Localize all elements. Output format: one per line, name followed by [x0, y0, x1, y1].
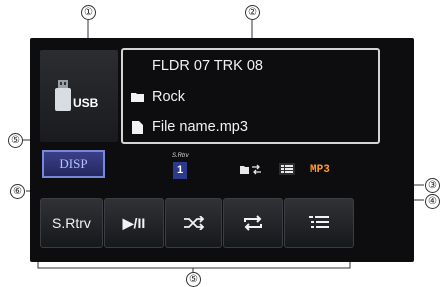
repeat-button[interactable]: [223, 198, 283, 248]
usb-source-tile[interactable]: USB: [40, 50, 118, 142]
play-pause-button[interactable]: ▶/II: [104, 198, 164, 248]
s-rtrv-button-label: S.Rtrv: [52, 215, 91, 231]
play-pause-button-label: ▶/II: [122, 214, 146, 231]
genre-text: Rock: [152, 89, 186, 105]
callout-5-bottom: ⑤: [186, 272, 201, 287]
callout-3: ③: [425, 178, 440, 193]
repeat-icon: [244, 215, 262, 231]
callout-1: ①: [81, 5, 96, 20]
disp-button[interactable]: DISP: [42, 150, 105, 178]
file-icon: [132, 121, 143, 134]
format-badge: MP3: [310, 164, 330, 176]
s-rtrv-caption: S.Rtrv: [172, 153, 189, 159]
usb-label: USB: [73, 96, 99, 110]
callout-6: ⑥: [10, 184, 25, 199]
folder-repeat-status-icon: [240, 164, 261, 175]
folder-track-text: FLDR 07 TRK 08: [152, 58, 263, 74]
random-icon: [183, 216, 204, 230]
list-button[interactable]: [284, 198, 354, 248]
list-icon: [309, 216, 329, 228]
callout-4: ④: [425, 194, 440, 209]
track-info-panel: FLDR 07 TRK 08 Rock File name.mp3: [121, 48, 380, 144]
s-rtrv-button[interactable]: S.Rtrv: [40, 198, 103, 248]
callout-5-top: ⑤: [8, 133, 23, 148]
s-rtrv-level-badge: 1: [173, 162, 187, 179]
list-status-icon: [279, 163, 295, 175]
folder-icon: [131, 93, 144, 102]
random-button[interactable]: [165, 198, 222, 248]
file-name-text: File name.mp3: [152, 119, 248, 135]
callout-2: ②: [245, 5, 260, 20]
usb-drive-icon: [55, 80, 71, 111]
